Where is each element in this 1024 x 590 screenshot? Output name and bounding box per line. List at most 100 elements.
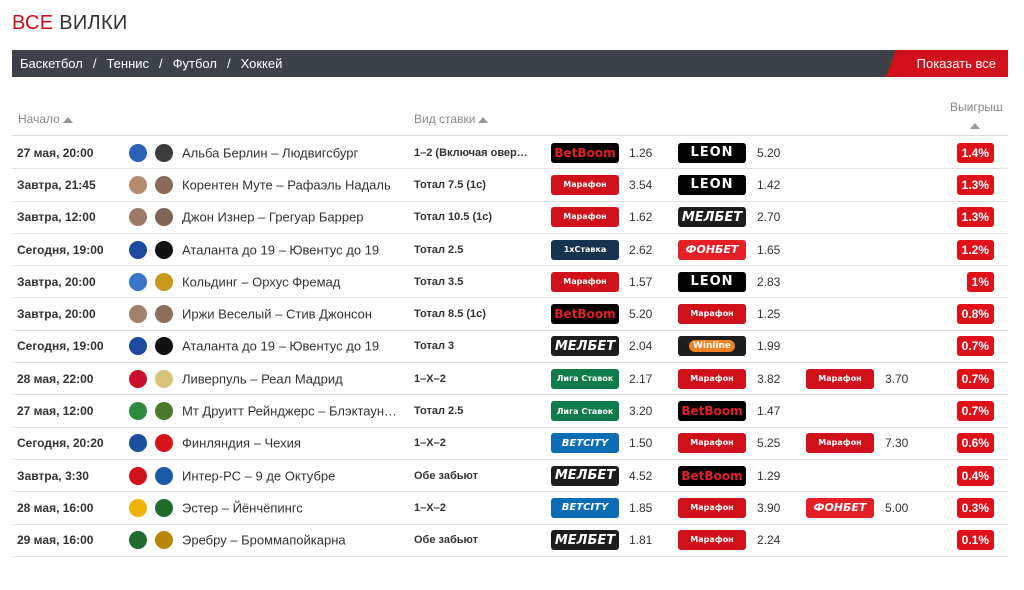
odd-value[interactable]: 1.26: [629, 146, 652, 160]
odd-value[interactable]: 7.30: [885, 436, 908, 450]
match-name[interactable]: Аталанта до 19 – Ювентус до 19: [182, 242, 379, 257]
odd-value[interactable]: 1.42: [757, 178, 780, 192]
table-row[interactable]: 27 мая, 20:00 Альба Берлин – Людвигсбург 1…: [12, 137, 1008, 170]
bookmaker-logo[interactable]: Марафон: [678, 368, 746, 389]
bookmaker-logo[interactable]: Марафон: [806, 433, 874, 454]
odd-value[interactable]: 3.70: [885, 372, 908, 386]
table-row[interactable]: Завтра, 20:00 Иржи Веселый – Стив Джонсон…: [12, 298, 1008, 331]
odd-value[interactable]: 1.99: [757, 339, 780, 353]
odd-value[interactable]: 5.00: [885, 501, 908, 515]
bookmaker-logo[interactable]: Марафон: [678, 530, 746, 551]
odd-value[interactable]: 3.82: [757, 372, 780, 386]
match-name[interactable]: Джон Изнер – Грегуар Баррер: [182, 210, 364, 225]
odd-value[interactable]: 1.65: [757, 243, 780, 257]
odd-value[interactable]: 1.57: [629, 275, 652, 289]
bookmaker-logo[interactable]: Марафон: [551, 207, 619, 228]
bookmaker-logo[interactable]: ФОНБЕТ: [678, 239, 746, 260]
odd-value[interactable]: 1.25: [757, 307, 780, 321]
match-name[interactable]: Эстер – Йёнчёпингс: [182, 500, 303, 515]
odd-value[interactable]: 1.29: [757, 469, 780, 483]
odd-value[interactable]: 1.50: [629, 436, 652, 450]
table-row[interactable]: 28 мая, 16:00 Эстер – Йёнчёпингс 1–Х–2 BETC…: [12, 492, 1008, 525]
bookmaker-logo[interactable]: Марафон: [678, 497, 746, 518]
event-date: Сегодня, 20:20: [17, 436, 104, 451]
bookmaker-logo[interactable]: BetBoom: [551, 304, 619, 325]
odd-value[interactable]: 1.81: [629, 533, 652, 547]
odd-value[interactable]: 3.20: [629, 404, 652, 418]
bookmaker-logo[interactable]: Марафон: [551, 174, 619, 195]
match-name[interactable]: Иржи Веселый – Стив Джонсон: [182, 307, 372, 322]
odd-value[interactable]: 1.47: [757, 404, 780, 418]
bookmaker-logo[interactable]: LEON: [678, 271, 746, 292]
odd-value[interactable]: 4.52: [629, 469, 652, 483]
bookmaker-logo[interactable]: LEON: [678, 142, 746, 163]
bookmaker-logo[interactable]: Лига Ставок: [551, 401, 619, 422]
bookmaker-logo[interactable]: BetBoom: [551, 142, 619, 163]
match-name[interactable]: Корентен Муте – Рафаэль Надаль: [182, 177, 391, 192]
match-name[interactable]: Аталанта до 19 – Ювентус до 19: [182, 339, 379, 354]
match-name[interactable]: Интер-РС – 9 де Октубре: [182, 468, 335, 483]
column-profit-label: Выигрыш: [950, 100, 1003, 114]
bookmaker-logo[interactable]: Марафон: [678, 304, 746, 325]
table-row[interactable]: 29 мая, 16:00 Эребру – Броммапойкарна Обе …: [12, 525, 1008, 557]
odd-value[interactable]: 2.24: [757, 533, 780, 547]
bookmaker-logo[interactable]: МЕЛБЕТ: [678, 207, 746, 228]
table-row[interactable]: 27 мая, 12:00 Мт Друитт Рейнджерс – Блэкт…: [12, 395, 1008, 428]
sport-link[interactable]: Хоккей: [241, 56, 283, 71]
sort-up-icon: [970, 122, 980, 129]
bookmaker-name: LEON: [690, 177, 734, 193]
table-row[interactable]: Сегодня, 20:20 Финляндия – Чехия 1–Х–2 BETC…: [12, 428, 1008, 460]
bookmaker-logo[interactable]: МЕЛБЕТ: [551, 465, 619, 486]
odd-value[interactable]: 5.20: [629, 307, 652, 321]
odd-value[interactable]: 2.04: [629, 339, 652, 353]
bookmaker-logo[interactable]: BETCITY: [551, 497, 619, 518]
odd-value[interactable]: 5.25: [757, 436, 780, 450]
bookmaker-logo[interactable]: МЕЛБЕТ: [551, 530, 619, 551]
odd-value[interactable]: 2.70: [757, 210, 780, 224]
table-row[interactable]: Завтра, 20:00 Кольдинг – Орхус Фремад Тота…: [12, 266, 1008, 299]
team-1-logo-icon: [129, 337, 147, 356]
bookmaker-logo[interactable]: BETCITY: [551, 433, 619, 454]
bookmaker-logo[interactable]: ФОНБЕТ: [806, 497, 874, 518]
bookmaker-logo[interactable]: Лига Ставок: [551, 368, 619, 389]
match-name[interactable]: Эребру – Броммапойкарна: [182, 533, 346, 548]
bookmaker-logo[interactable]: Марафон: [551, 271, 619, 292]
bookmaker-logo[interactable]: МЕЛБЕТ: [551, 336, 619, 357]
column-profit[interactable]: Выигрыш: [950, 100, 1003, 132]
match-name[interactable]: Финляндия – Чехия: [182, 436, 301, 451]
show-all-button[interactable]: Показать все: [886, 50, 1008, 77]
odd-value[interactable]: 3.90: [757, 501, 780, 515]
odd-value[interactable]: 2.17: [629, 372, 652, 386]
bookmaker-logo[interactable]: BetBoom: [678, 465, 746, 486]
table-row[interactable]: Сегодня, 19:00 Аталанта до 19 – Ювентус д…: [12, 234, 1008, 267]
odd-value[interactable]: 2.62: [629, 243, 652, 257]
bookmaker-logo[interactable]: BetBoom: [678, 401, 746, 422]
odd-value[interactable]: 3.54: [629, 178, 652, 192]
match-name[interactable]: Мт Друитт Рейнджерс – Блэктаун…: [182, 404, 397, 419]
table-row[interactable]: Завтра, 21:45 Корентен Муте – Рафаэль Над…: [12, 169, 1008, 202]
bookmaker-logo[interactable]: Марафон: [806, 368, 874, 389]
match-name[interactable]: Альба Берлин – Людвигсбург: [182, 145, 358, 160]
match-name[interactable]: Кольдинг – Орхус Фремад: [182, 274, 340, 289]
column-bet-type[interactable]: Вид ставки: [414, 112, 489, 126]
sport-link[interactable]: Баскетбол: [20, 56, 83, 71]
odd-value[interactable]: 2.83: [757, 275, 780, 289]
bookmaker-logo[interactable]: Марафон: [678, 433, 746, 454]
table-row[interactable]: Сегодня, 19:00 Аталанта до 19 – Ювентус д…: [12, 331, 1008, 364]
bookmaker-logo[interactable]: 1хСтавка: [551, 239, 619, 260]
table-row[interactable]: Завтра, 3:30 Интер-РС – 9 де Октубре Обе з…: [12, 460, 1008, 493]
odd-value[interactable]: 1.62: [629, 210, 652, 224]
bookmaker-logo[interactable]: LEON: [678, 174, 746, 195]
table-row[interactable]: Завтра, 12:00 Джон Изнер – Грегуар Баррер…: [12, 202, 1008, 234]
bookmaker-name: Марафон: [690, 309, 734, 319]
bookmaker-name: Winline: [688, 340, 736, 353]
odd-value[interactable]: 5.20: [757, 146, 780, 160]
breadcrumb-separator: /: [226, 56, 231, 71]
table-row[interactable]: 28 мая, 22:00 Ливерпуль – Реал Мадрид 1–Х–…: [12, 363, 1008, 396]
match-name[interactable]: Ливерпуль – Реал Мадрид: [182, 371, 343, 386]
odd-value[interactable]: 1.85: [629, 501, 652, 515]
bookmaker-logo[interactable]: Winline: [678, 336, 746, 357]
sport-link[interactable]: Теннис: [106, 56, 149, 71]
column-start[interactable]: Начало: [18, 112, 73, 126]
sport-link[interactable]: Футбол: [173, 56, 217, 71]
